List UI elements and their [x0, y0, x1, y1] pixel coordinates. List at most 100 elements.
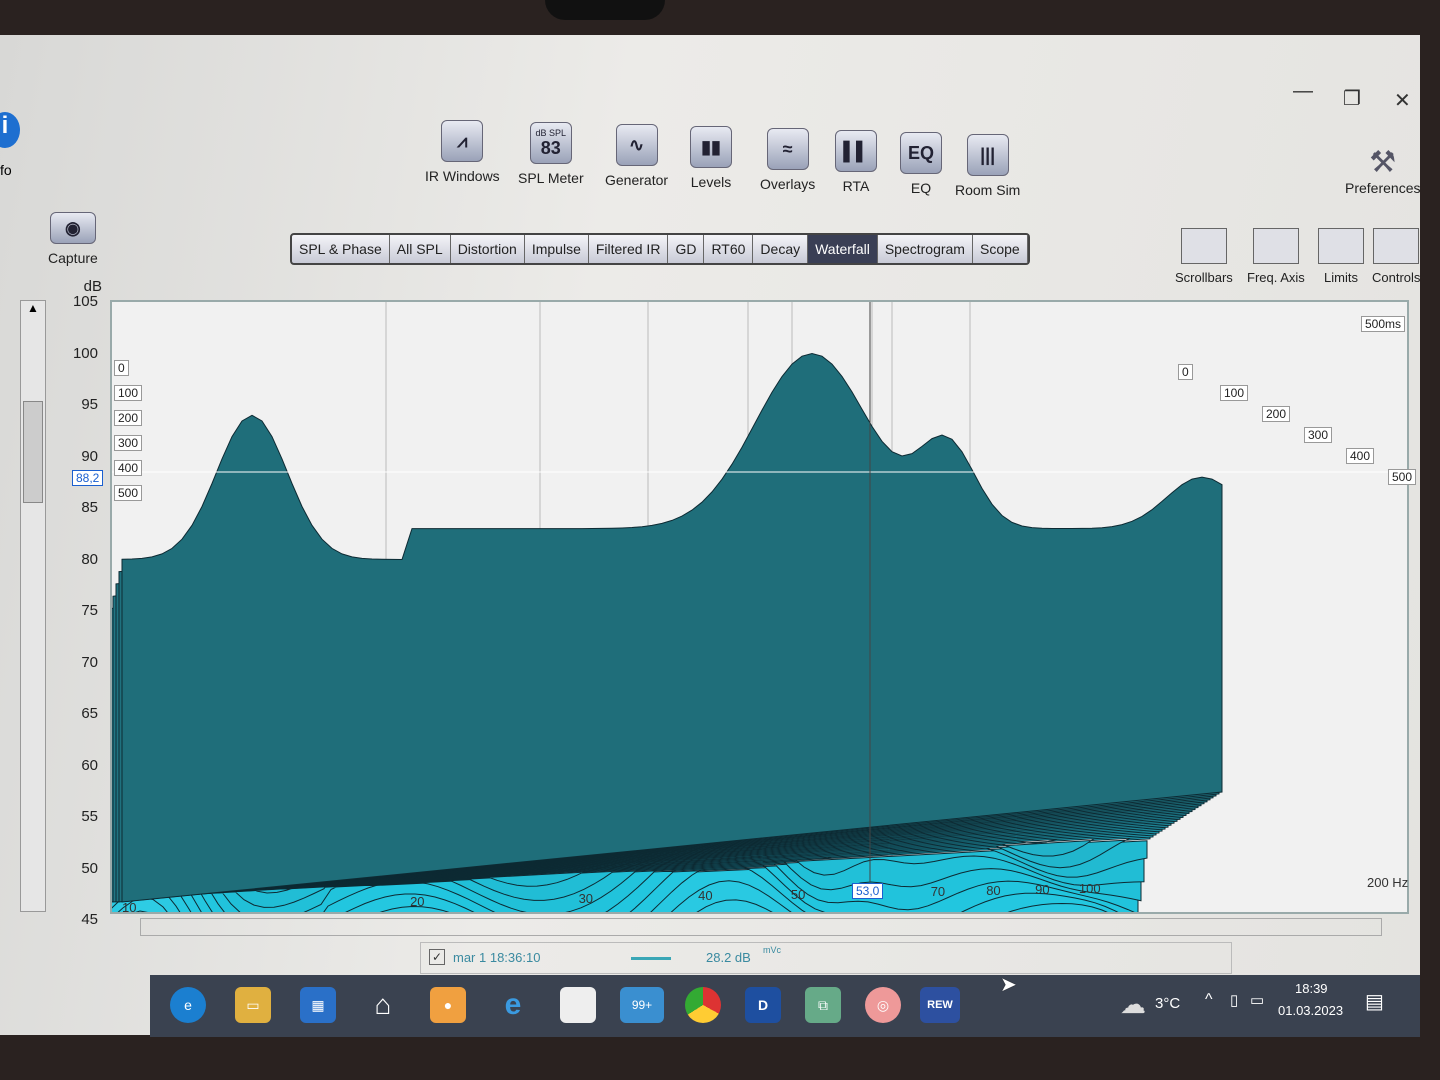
icon-glyph: ≈: [782, 138, 793, 159]
x-tick-label: 200 Hz: [1367, 875, 1409, 891]
vertical-scrollbar[interactable]: ▲: [20, 300, 46, 912]
battery-icon[interactable]: ▯: [1230, 991, 1238, 1009]
tray-chevron-icon[interactable]: ^: [1205, 991, 1213, 1009]
rew-taskbar-icon[interactable]: REW: [920, 987, 960, 1023]
cloud-icon: ☁: [1120, 989, 1146, 1019]
mail-icon[interactable]: 99+: [620, 987, 664, 1023]
controls-button[interactable]: Controls: [1372, 228, 1420, 285]
tab-gd[interactable]: GD: [668, 235, 705, 263]
controls-icon: [1373, 228, 1420, 264]
waterfall-plot: [13, 302, 1407, 1048]
freq-axis-button[interactable]: Freq. Axis: [1247, 228, 1305, 285]
scroll-up-icon[interactable]: ▲: [21, 301, 45, 321]
overlays-icon: ≈: [766, 128, 809, 170]
wrench-icon: ⚒: [1369, 146, 1397, 179]
tab-decay[interactable]: Decay: [753, 235, 809, 263]
limits-icon: [1318, 228, 1364, 264]
freq-axis-icon: [1252, 228, 1299, 264]
dashlane-icon[interactable]: D: [745, 987, 781, 1023]
toolbar-spl-meter-button[interactable]: dB SPL 83 SPL Meter: [518, 122, 584, 186]
cursor-frequency-readout: 53,0: [852, 883, 884, 899]
time-tick-label-right: 0: [1178, 364, 1193, 380]
toolbar-ir-windows-button[interactable]: ⩘ IR Windows: [425, 120, 500, 184]
y-tick-label: 90: [81, 447, 98, 465]
internet-explorer-icon[interactable]: e: [495, 987, 531, 1023]
toolbar-generator-button[interactable]: ∿ Generator: [605, 124, 668, 188]
taskbar: e ▭ ▦ ⌂ ● e 99+ D ⧉ ◎ REW ☁ 3°C ^ ▯ ▭ 18…: [150, 975, 1420, 1037]
capture-label: Capture: [48, 250, 98, 266]
y-tick-label: 105: [72, 293, 98, 310]
x-tick-label: 30: [578, 890, 594, 906]
close-button[interactable]: ✕: [1394, 88, 1411, 113]
network-app-icon[interactable]: ⧉: [805, 987, 841, 1023]
scrollbars-icon: [1180, 228, 1227, 264]
legend-checkbox[interactable]: ✓: [429, 949, 445, 965]
toolbar-label: Room Sim: [955, 182, 1021, 198]
store-icon[interactable]: ▦: [300, 987, 336, 1023]
ir-windows-icon: ⩘: [441, 120, 484, 162]
toolbar-rta-button[interactable]: ▌▌ RTA: [835, 130, 877, 194]
scroll-thumb[interactable]: [23, 401, 43, 503]
toolbar-label: IR Windows: [425, 168, 500, 184]
icon-glyph: ∿: [628, 134, 645, 155]
tab-filtered-ir[interactable]: Filtered IR: [589, 235, 669, 263]
legend-swatch: [631, 957, 671, 960]
tab-spl-phase[interactable]: SPL & Phase: [292, 235, 390, 263]
tab-distortion[interactable]: Distortion: [451, 235, 525, 263]
mail-badge: 99+: [631, 998, 653, 1012]
clock-date[interactable]: 01.03.2023: [1278, 1003, 1343, 1018]
y-tick-label: 50: [81, 859, 98, 877]
icon-glyph: ▌▌: [843, 140, 869, 161]
toolbar-levels-button[interactable]: ▮▮ Levels: [690, 126, 732, 190]
x-tick-label: 100: [1078, 880, 1101, 896]
tab-rt60[interactable]: RT60: [704, 235, 754, 263]
edge-icon[interactable]: e: [170, 987, 206, 1023]
tab-impulse[interactable]: Impulse: [525, 235, 589, 263]
info-label: fo: [0, 162, 12, 178]
preferences-label: Preferences: [1345, 180, 1421, 196]
time-max-label: 500ms: [1360, 316, 1405, 332]
capture-button[interactable]: ◉ Capture: [48, 212, 98, 266]
spl-meter-icon: dB SPL 83: [529, 122, 572, 164]
notepad-icon[interactable]: [560, 987, 596, 1023]
scrollbars-button[interactable]: Scrollbars: [1175, 228, 1233, 285]
time-tick-label: 400: [114, 460, 143, 476]
clock-time[interactable]: 18:39: [1295, 981, 1328, 996]
horizontal-scrollbar[interactable]: [140, 918, 1382, 936]
chrome-icon[interactable]: [685, 987, 721, 1023]
tab-all-spl[interactable]: All SPL: [390, 235, 451, 263]
y-tick-label: 85: [81, 499, 98, 516]
tab-spectrogram[interactable]: Spectrogram: [878, 235, 973, 263]
app-icon[interactable]: ●: [430, 987, 466, 1023]
home-icon[interactable]: ⌂: [365, 987, 401, 1023]
toolbar-overlays-button[interactable]: ≈ Overlays: [760, 128, 815, 192]
y-tick-label: 100: [72, 344, 98, 362]
toolbar-room-sim-button[interactable]: ||| Room Sim: [955, 134, 1020, 198]
mouse-cursor: ➤: [1000, 974, 1017, 996]
waterfall-chart[interactable]: 500ms: [13, 300, 1409, 1048]
file-explorer-icon[interactable]: ▭: [235, 987, 271, 1023]
y-tick-label: 60: [81, 756, 98, 774]
preferences-button[interactable]: ⚒ Preferences: [1345, 145, 1420, 196]
cursor-level-readout: 88,2: [72, 470, 104, 486]
notifications-icon[interactable]: ▤: [1365, 989, 1384, 1014]
tab-waterfall[interactable]: WaterfallWaterfall: [808, 235, 878, 263]
y-tick-label: 80: [81, 550, 98, 568]
y-tick-label: 75: [81, 602, 98, 619]
weather-temp[interactable]: 3°C: [1155, 995, 1180, 1012]
icon-glyph: |||: [980, 144, 996, 165]
network-icon[interactable]: ▭: [1250, 991, 1264, 1009]
maximize-button[interactable]: ❐: [1343, 86, 1361, 111]
limits-button[interactable]: Limits: [1318, 228, 1364, 285]
time-tick-label: 200: [114, 410, 143, 426]
minimize-button[interactable]: —: [1293, 80, 1313, 103]
app-circle-icon[interactable]: ◎: [865, 987, 901, 1023]
time-tick-label-right: 100: [1220, 385, 1249, 401]
toolbar-label: SPL Meter: [518, 170, 584, 186]
toolbar-eq-button[interactable]: EQ EQ: [900, 132, 942, 196]
legend-name: mar 1 18:36:10: [453, 950, 541, 965]
toolbar-label: EQ: [910, 180, 932, 196]
legend-value: 28.2 dB: [706, 950, 751, 965]
tab-scope[interactable]: Scope: [973, 235, 1028, 263]
time-tick-label-right: 300: [1304, 427, 1333, 443]
